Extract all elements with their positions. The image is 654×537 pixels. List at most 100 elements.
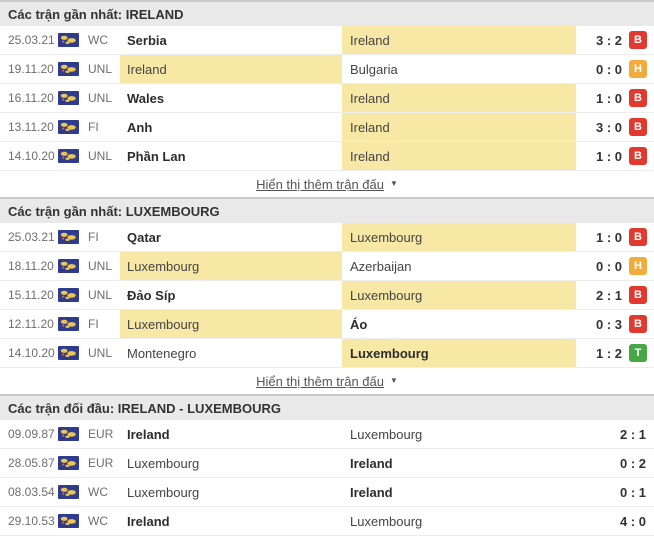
competition-code: FI <box>88 120 99 134</box>
match-row: 16.11.20 UNL Wales Ireland 1 : 0 B <box>0 84 654 113</box>
competition-code: UNL <box>88 149 113 163</box>
section-header: Các trận đối đầu: IRELAND - LUXEMBOURG <box>0 394 654 420</box>
world-flag-icon <box>58 456 79 470</box>
result-badge: H <box>629 257 647 275</box>
world-flag-icon <box>58 317 79 331</box>
match-section: Các trận đối đầu: IRELAND - LUXEMBOURG 0… <box>0 394 654 536</box>
match-row: 28.05.87 EUR Luxembourg Ireland 0 : 2 <box>0 449 654 478</box>
away-team: Luxembourg <box>342 223 576 251</box>
match-date: 09.09.87 <box>8 427 55 441</box>
home-team: Anh <box>127 119 153 135</box>
result-badge: T <box>629 344 647 362</box>
flag-cell <box>58 339 88 367</box>
section-title: Các trận gần nhất: LUXEMBOURG <box>8 203 220 219</box>
section-title: Các trận gần nhất: IRELAND <box>8 6 184 22</box>
match-row: 14.10.20 UNL Montenegro Luxembourg 1 : 2… <box>0 339 654 368</box>
match-score: 1 : 0 <box>595 229 622 245</box>
show-more-row: Hiển thị thêm trận đấu ▼ <box>0 171 654 197</box>
chevron-down-icon: ▼ <box>389 179 398 188</box>
away-team: Luxembourg <box>350 513 423 529</box>
flag-cell <box>58 478 88 506</box>
away-team: Luxembourg <box>342 281 576 309</box>
show-more-link[interactable]: Hiển thị thêm trận đấu ▼ <box>256 177 398 192</box>
match-history-panel: Các trận gần nhất: IRELAND 25.03.21 WC S… <box>0 0 654 536</box>
world-flag-icon <box>58 120 79 134</box>
flag-cell <box>58 310 88 338</box>
match-score: 0 : 3 <box>595 316 622 332</box>
match-row: 25.03.21 FI Qatar Luxembourg 1 : 0 B <box>0 223 654 252</box>
result-badge: B <box>629 118 647 136</box>
flag-cell <box>58 281 88 309</box>
match-date: 12.11.20 <box>8 317 54 331</box>
result-badge: B <box>629 147 647 165</box>
away-team: Bulgaria <box>350 61 398 77</box>
match-date: 25.03.21 <box>8 33 55 47</box>
competition-code: WC <box>88 514 108 528</box>
flag-cell <box>58 142 88 170</box>
home-team: Luxembourg <box>127 484 200 500</box>
match-date: 15.11.20 <box>8 288 54 302</box>
home-team: Luxembourg <box>120 252 342 280</box>
flag-cell <box>58 113 88 141</box>
world-flag-icon <box>58 346 79 360</box>
world-flag-icon <box>58 288 79 302</box>
match-score: 1 : 2 <box>595 345 622 361</box>
competition-code: UNL <box>88 62 113 76</box>
match-score: 4 : 0 <box>619 513 646 529</box>
match-score: 1 : 0 <box>595 90 622 106</box>
show-more-label: Hiển thị thêm trận đấu <box>256 176 384 192</box>
away-team: Ireland <box>342 84 576 112</box>
match-row: 13.11.20 FI Anh Ireland 3 : 0 B <box>0 113 654 142</box>
match-section: Các trận gần nhất: LUXEMBOURG 25.03.21 F… <box>0 197 654 394</box>
competition-code: FI <box>88 317 99 331</box>
away-team: Luxembourg <box>342 339 576 367</box>
match-date: 29.10.53 <box>8 514 55 528</box>
flag-cell <box>58 449 88 477</box>
home-team: Ireland <box>120 55 342 83</box>
section-header: Các trận gần nhất: LUXEMBOURG <box>0 197 654 223</box>
match-date: 19.11.20 <box>8 62 54 76</box>
flag-cell <box>58 252 88 280</box>
flag-cell <box>58 55 88 83</box>
match-date: 13.11.20 <box>8 120 54 134</box>
match-date: 14.10.20 <box>8 346 55 360</box>
match-score: 0 : 0 <box>595 258 622 274</box>
competition-code: UNL <box>88 346 113 360</box>
flag-cell <box>58 26 88 54</box>
match-score: 0 : 0 <box>595 61 622 77</box>
match-score: 3 : 2 <box>595 32 622 48</box>
chevron-down-icon: ▼ <box>389 376 398 385</box>
world-flag-icon <box>58 149 79 163</box>
match-row: 12.11.20 FI Luxembourg Áo 0 : 3 B <box>0 310 654 339</box>
match-row: 25.03.21 WC Serbia Ireland 3 : 2 B <box>0 26 654 55</box>
away-team: Ireland <box>342 142 576 170</box>
show-more-link[interactable]: Hiển thị thêm trận đấu ▼ <box>256 374 398 389</box>
world-flag-icon <box>58 230 79 244</box>
home-team: Serbia <box>127 32 167 48</box>
world-flag-icon <box>58 62 79 76</box>
section-title: Các trận đối đầu: IRELAND - LUXEMBOURG <box>8 400 282 416</box>
match-date: 25.03.21 <box>8 230 55 244</box>
home-team: Đảo Síp <box>127 287 176 303</box>
competition-code: UNL <box>88 288 113 302</box>
match-date: 18.11.20 <box>8 259 54 273</box>
match-date: 14.10.20 <box>8 149 55 163</box>
competition-code: EUR <box>88 456 114 470</box>
world-flag-icon <box>58 427 79 441</box>
world-flag-icon <box>58 33 79 47</box>
result-badge: B <box>629 286 647 304</box>
competition-code: FI <box>88 230 99 244</box>
match-section: Các trận gần nhất: IRELAND 25.03.21 WC S… <box>0 0 654 197</box>
result-badge: B <box>629 228 647 246</box>
away-team: Ireland <box>350 455 393 471</box>
match-score: 3 : 0 <box>595 119 622 135</box>
result-badge: B <box>629 315 647 333</box>
competition-code: EUR <box>88 427 114 441</box>
home-team: Luxembourg <box>120 310 342 338</box>
match-score: 2 : 1 <box>595 287 622 303</box>
match-row: 08.03.54 WC Luxembourg Ireland 0 : 1 <box>0 478 654 507</box>
match-date: 08.03.54 <box>8 485 55 499</box>
match-row: 29.10.53 WC Ireland Luxembourg 4 : 0 <box>0 507 654 536</box>
match-score: 1 : 0 <box>595 148 622 164</box>
competition-code: UNL <box>88 259 113 273</box>
